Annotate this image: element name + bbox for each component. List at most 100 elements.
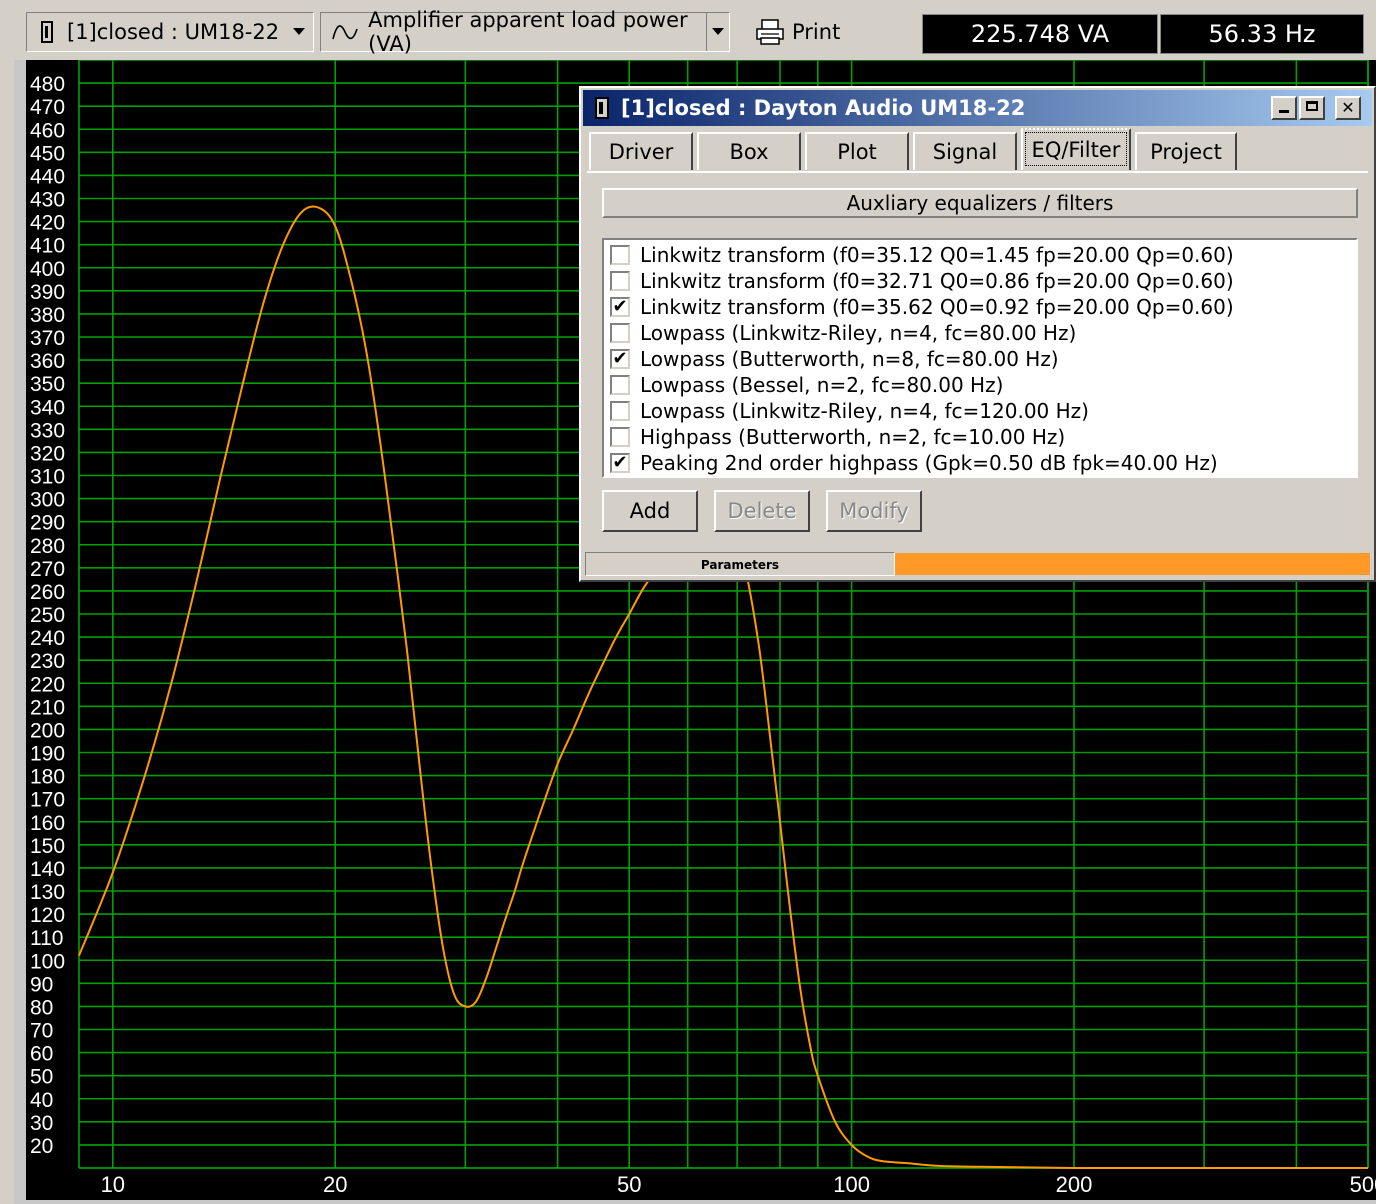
print-label: Print [792, 20, 841, 44]
filter-list[interactable]: Linkwitz transform (f0=35.12 Q0=1.45 fp=… [602, 238, 1358, 478]
tab-project[interactable]: Project [1135, 132, 1237, 170]
toolbar: [1]closed : UM18-22 Amplifier apparent l… [0, 0, 1376, 60]
y-tick-label: 300 [30, 489, 65, 512]
filter-list-item[interactable]: Linkwitz transform (f0=35.12 Q0=1.45 fp=… [604, 242, 1356, 268]
filter-list-item[interactable]: Highpass (Butterworth, n=2, fc=10.00 Hz) [604, 424, 1356, 450]
plot-select-dropdown-button[interactable] [706, 13, 729, 51]
y-tick-label: 80 [30, 996, 53, 1019]
filter-list-item[interactable]: ✔ Linkwitz transform (f0=35.62 Q0=0.92 fp… [604, 294, 1356, 320]
filter-label: Linkwitz transform (f0=35.62 Q0=0.92 fp=… [640, 295, 1234, 319]
x-tick-label: 100 [833, 1172, 870, 1197]
filter-list-item[interactable]: ✔ Lowpass (Butterworth, n=8, fc=80.00 Hz) [604, 346, 1356, 372]
y-tick-label: 420 [30, 212, 65, 235]
y-tick-label: 190 [30, 743, 65, 766]
y-tick-label: 450 [30, 142, 65, 165]
filter-checkbox[interactable]: ✔ [610, 297, 630, 317]
y-tick-label: 220 [30, 673, 65, 696]
status-parameters-label: Parameters [585, 552, 895, 576]
y-tick-label: 380 [30, 304, 65, 327]
y-tick-label: 110 [30, 927, 63, 950]
close-icon: ✕ [1341, 98, 1355, 117]
driver-select[interactable]: [1]closed : UM18-22 [26, 12, 314, 52]
modify-button[interactable]: Modify [826, 490, 922, 532]
y-tick-label: 430 [30, 189, 65, 212]
filter-label: Linkwitz transform (f0=32.71 Q0=0.86 fp=… [640, 269, 1234, 293]
tab-box[interactable]: Box [697, 132, 801, 170]
filter-checkbox[interactable]: ✔ [610, 349, 630, 369]
x-tick-label: 500 [1350, 1172, 1376, 1197]
status-progress-bar [895, 553, 1370, 575]
filter-label: Lowpass (Bessel, n=2, fc=80.00 Hz) [640, 373, 1004, 397]
y-tick-label: 410 [30, 235, 65, 258]
dialog-titlebar[interactable]: [1]closed : Dayton Audio UM18-22 ✕ [583, 90, 1372, 126]
tab-plot[interactable]: Plot [805, 132, 909, 170]
y-tick-label: 370 [30, 327, 65, 350]
y-tick-label: 60 [30, 1043, 53, 1066]
minimize-icon [1279, 110, 1289, 113]
y-tick-label: 340 [30, 396, 65, 419]
tab-eq-filter[interactable]: EQ/Filter [1021, 128, 1131, 170]
frequency-readout: 56.33 Hz [1160, 14, 1364, 54]
y-tick-label: 470 [30, 96, 65, 119]
y-tick-label: 330 [30, 419, 65, 442]
y-tick-label: 40 [30, 1089, 53, 1112]
driver-icon [41, 21, 53, 43]
filter-checkbox[interactable] [610, 323, 630, 343]
y-tick-label: 440 [30, 165, 65, 188]
dialog-title: [1]closed : Dayton Audio UM18-22 [621, 96, 1026, 120]
y-tick-label: 130 [30, 881, 65, 904]
filter-checkbox[interactable] [610, 401, 630, 421]
tab-signal[interactable]: Signal [913, 132, 1017, 170]
x-tick-label: 10 [101, 1172, 125, 1197]
checkmark-icon: ✔ [612, 452, 628, 473]
waveform-icon [332, 25, 358, 40]
y-tick-label: 240 [30, 627, 65, 650]
filter-checkbox[interactable] [610, 375, 630, 395]
y-tick-label: 50 [30, 1066, 53, 1089]
print-button[interactable]: Print [740, 12, 920, 52]
chevron-down-icon [712, 28, 724, 35]
checkmark-icon: ✔ [612, 296, 628, 317]
close-button[interactable]: ✕ [1335, 96, 1361, 120]
filters-group-title: Auxliary equalizers / filters [602, 188, 1358, 218]
filter-list-item[interactable]: Lowpass (Bessel, n=2, fc=80.00 Hz) [604, 372, 1356, 398]
add-button[interactable]: Add [602, 490, 698, 532]
y-tick-label: 160 [30, 812, 65, 835]
y-tick-label: 360 [30, 350, 65, 373]
y-tick-label: 480 [30, 73, 65, 96]
plot-select-value: Amplifier apparent load power (VA) [368, 8, 688, 56]
filter-label: Lowpass (Linkwitz-Riley, n=4, fc=80.00 H… [640, 321, 1077, 345]
filter-list-item[interactable]: Lowpass (Linkwitz-Riley, n=4, fc=120.00 … [604, 398, 1356, 424]
maximize-button[interactable] [1299, 96, 1325, 120]
y-tick-label: 320 [30, 442, 65, 465]
y-tick-label: 270 [30, 558, 65, 581]
filter-list-item[interactable]: ✔ Peaking 2nd order highpass (Gpk=0.50 dB… [604, 450, 1356, 476]
tab-driver[interactable]: Driver [589, 132, 693, 170]
y-tick-label: 120 [30, 904, 65, 927]
y-tick-label: 70 [30, 1020, 53, 1043]
dialog-tabs: Driver Box Plot Signal EQ/Filter Project [589, 128, 1241, 172]
y-tick-label: 350 [30, 373, 65, 396]
filter-list-item[interactable]: Linkwitz transform (f0=32.71 Q0=0.86 fp=… [604, 268, 1356, 294]
filter-checkbox[interactable] [610, 245, 630, 265]
filter-label: Linkwitz transform (f0=35.12 Q0=1.45 fp=… [640, 243, 1234, 267]
filter-checkbox[interactable] [610, 427, 630, 447]
y-tick-label: 290 [30, 512, 65, 535]
filter-checkbox[interactable]: ✔ [610, 453, 630, 473]
y-tick-label: 30 [30, 1112, 53, 1135]
y-tick-label: 230 [30, 650, 65, 673]
y-tick-label: 100 [30, 950, 65, 973]
y-tick-label: 170 [30, 789, 65, 812]
filter-label: Lowpass (Linkwitz-Riley, n=4, fc=120.00 … [640, 399, 1089, 423]
x-tick-label: 50 [617, 1172, 641, 1197]
plot-select[interactable]: Amplifier apparent load power (VA) [320, 8, 730, 56]
power-readout: 225.748 VA [922, 14, 1158, 54]
filter-checkbox[interactable] [610, 271, 630, 291]
delete-button[interactable]: Delete [714, 490, 810, 532]
filter-label: Peaking 2nd order highpass (Gpk=0.50 dB … [640, 451, 1218, 475]
y-tick-label: 150 [30, 835, 65, 858]
y-tick-label: 210 [30, 696, 65, 719]
x-tick-label: 20 [323, 1172, 347, 1197]
minimize-button[interactable] [1271, 96, 1297, 120]
filter-list-item[interactable]: Lowpass (Linkwitz-Riley, n=4, fc=80.00 H… [604, 320, 1356, 346]
